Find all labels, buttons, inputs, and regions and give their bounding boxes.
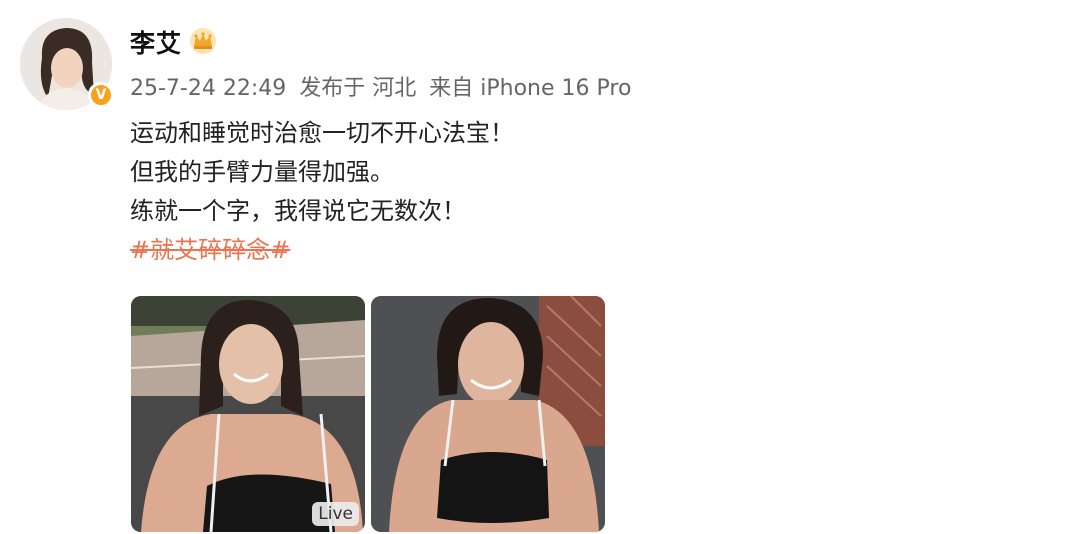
post-image-1[interactable]: Live <box>131 296 365 532</box>
post-image-2[interactable] <box>371 296 605 532</box>
hashtag-link[interactable]: #就艾碎碎念# <box>130 236 290 264</box>
post-meta: 25-7-24 22:49 发布于 河北 来自 iPhone 16 Pro <box>130 70 637 102</box>
post-timestamp[interactable]: 25-7-24 22:49 <box>130 76 286 101</box>
crown-icon[interactable] <box>188 26 218 56</box>
avatar[interactable]: V <box>20 18 114 110</box>
post-source: 来自 iPhone 16 Pro <box>429 76 632 101</box>
post-location: 发布于 河北 <box>299 76 417 101</box>
post-text-line: 但我的手臂力量得加强。 <box>130 158 394 186</box>
post-image-2-picture <box>371 296 605 532</box>
post-text-line: 运动和睡觉时治愈一切不开心法宝！ <box>130 119 514 147</box>
weibo-post: V 李艾 25-7-24 22:49 发布于 河北 来自 iPhone 16 P… <box>0 0 1080 534</box>
live-badge[interactable]: Live <box>312 502 359 526</box>
post-text-line: 练就一个字，我得说它无数次！ <box>130 197 466 225</box>
post-text: 运动和睡觉时治愈一切不开心法宝！ 但我的手臂力量得加强。 练就一个字，我得说它无… <box>130 114 514 270</box>
author-name[interactable]: 李艾 <box>130 24 182 60</box>
verified-badge-icon: V <box>88 82 114 108</box>
post-image-1-picture <box>131 296 365 532</box>
